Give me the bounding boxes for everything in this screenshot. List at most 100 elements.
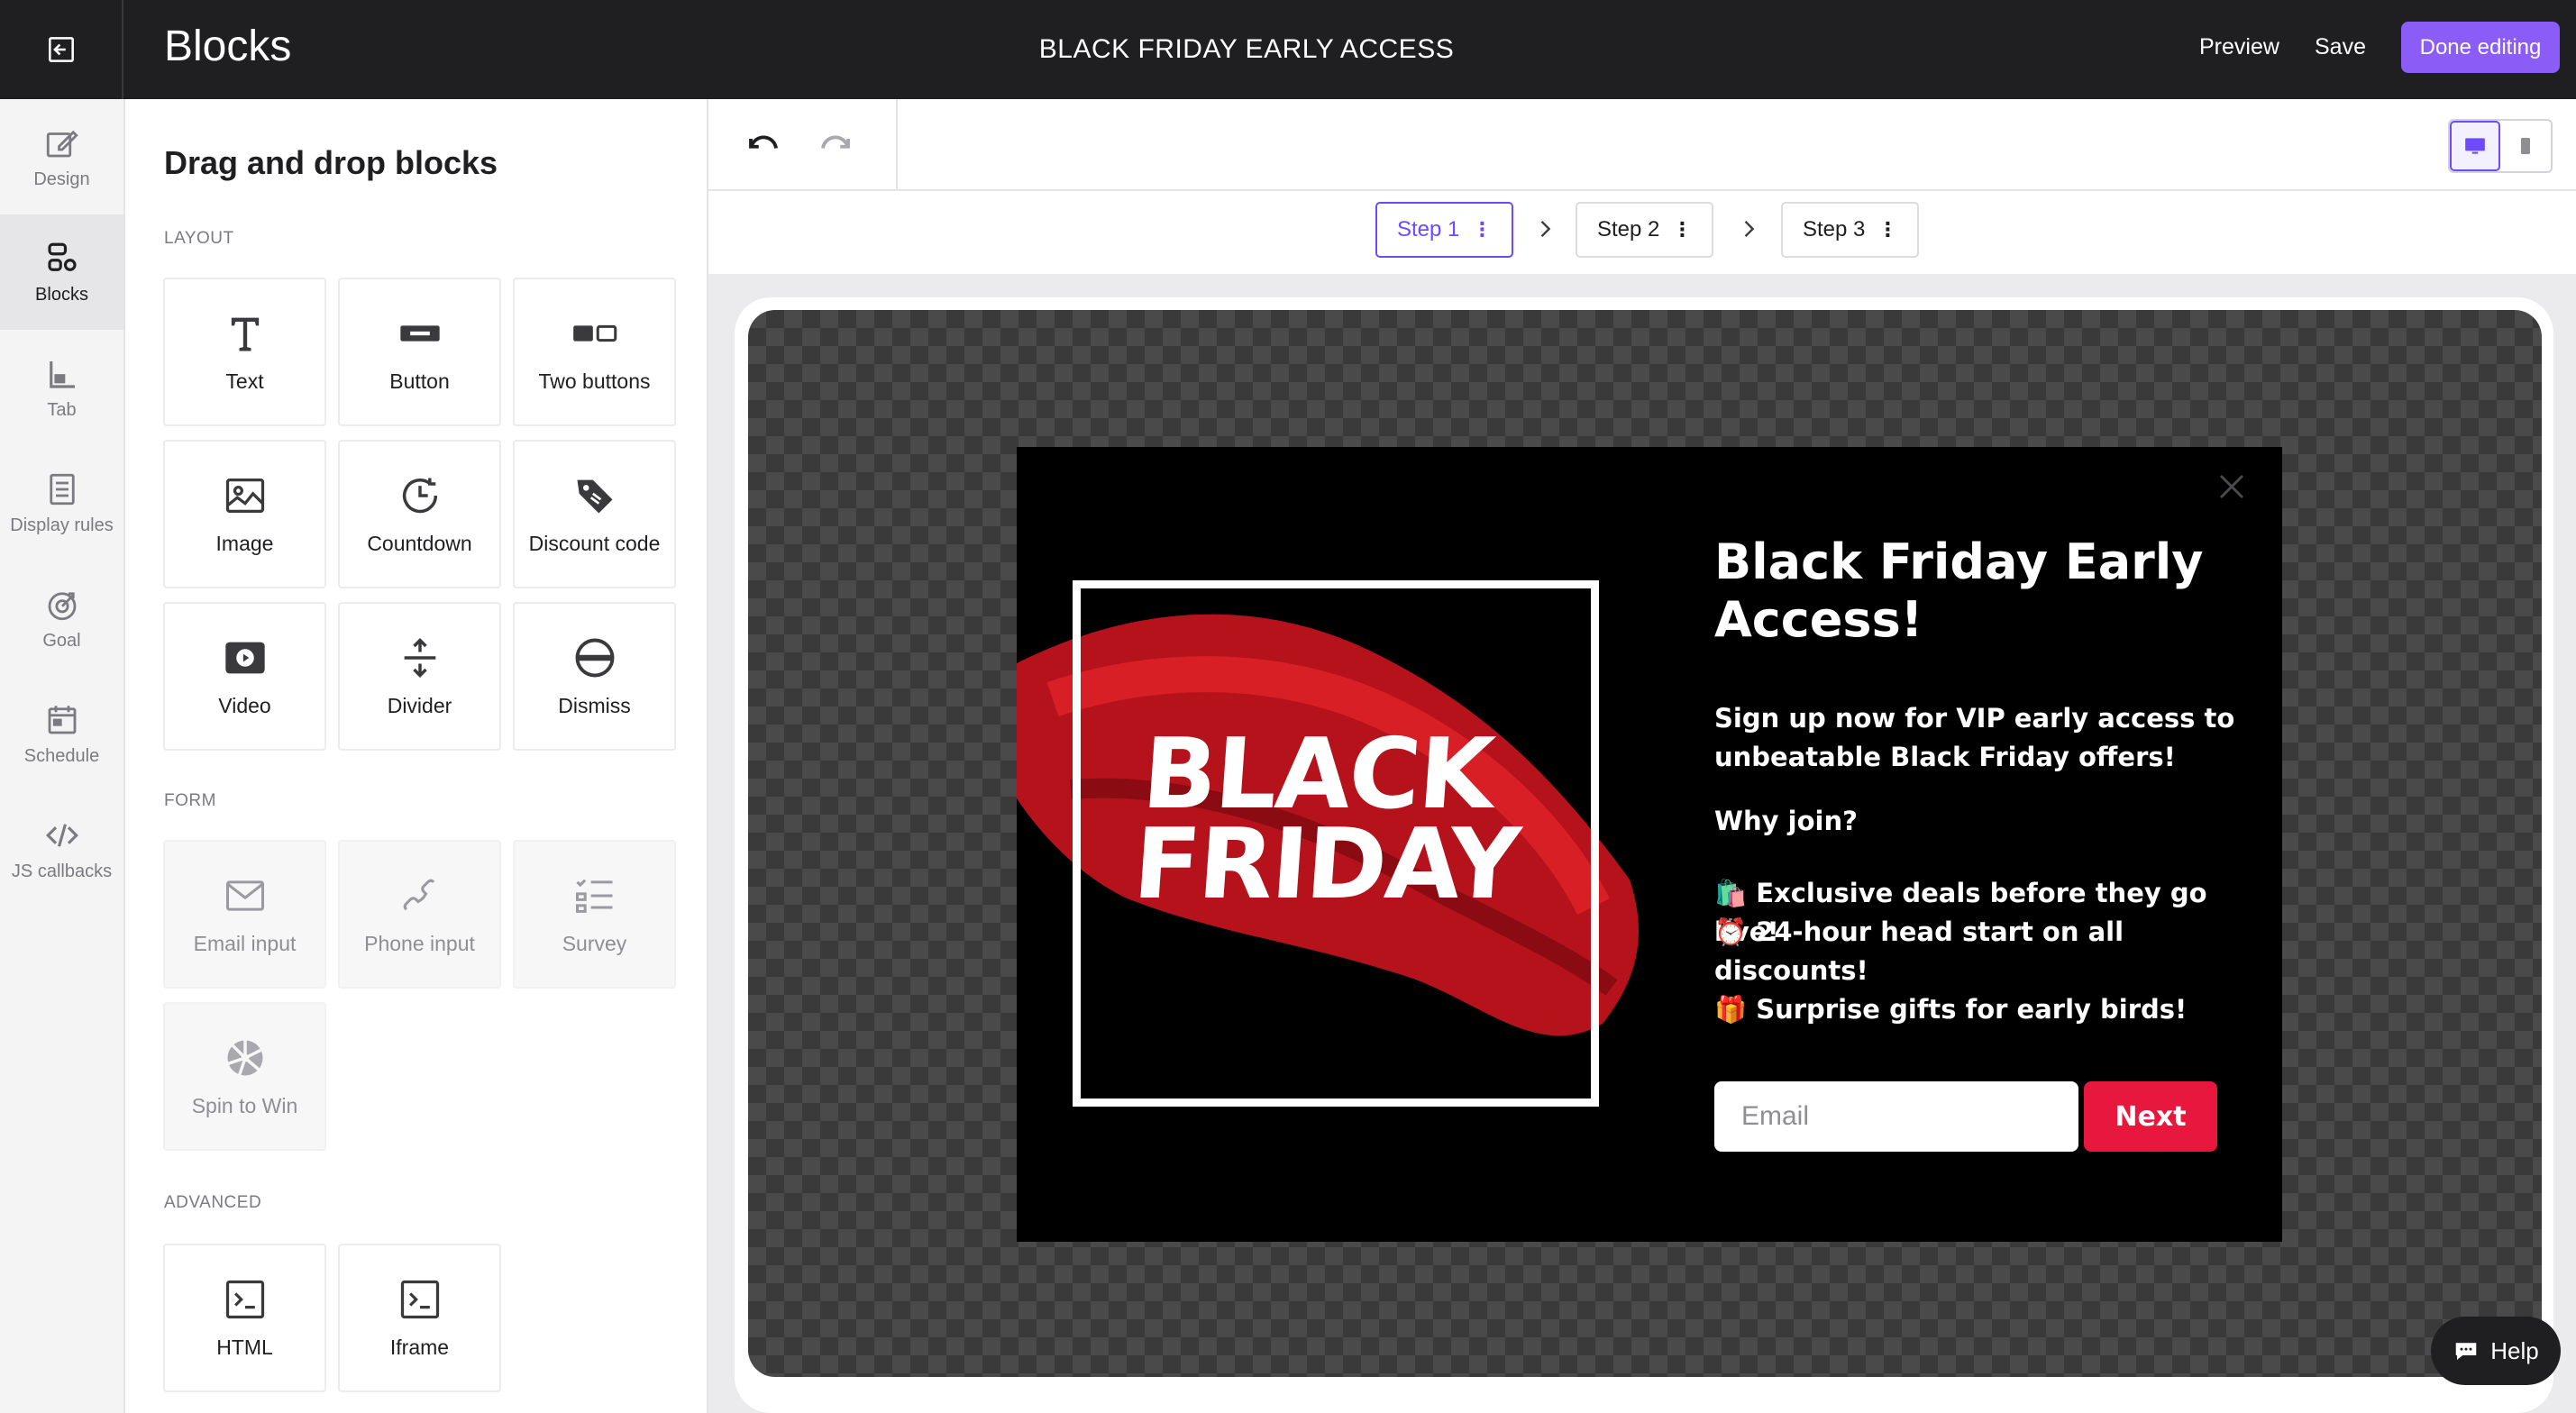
rail-label: Display rules bbox=[10, 515, 114, 535]
block-label: Text bbox=[225, 369, 264, 393]
rail-item-design[interactable]: Design bbox=[0, 99, 123, 214]
rail-item-blocks[interactable]: Blocks bbox=[0, 214, 123, 330]
close-icon[interactable] bbox=[2215, 470, 2248, 503]
benefit-item[interactable]: 🎁 Surprise gifts for early birds! bbox=[1714, 990, 2255, 1029]
block-label: HTML bbox=[216, 1336, 273, 1359]
mobile-view-button[interactable] bbox=[2500, 121, 2551, 171]
block-label: Phone input bbox=[364, 932, 475, 955]
block-text[interactable]: Text bbox=[163, 278, 326, 426]
top-bar: Blocks BLACK FRIDAY EARLY ACCESS Preview… bbox=[0, 0, 2576, 99]
code-icon bbox=[45, 823, 78, 847]
chat-icon bbox=[2456, 1343, 2477, 1360]
artwork-text-friday: FRIDAY bbox=[1129, 808, 1522, 921]
video-icon bbox=[224, 642, 265, 674]
rail-item-tab[interactable]: Tab bbox=[0, 330, 123, 445]
desktop-view-button[interactable] bbox=[2450, 121, 2500, 171]
block-two-buttons[interactable]: Two buttons bbox=[513, 278, 676, 426]
rail-item-display-rules[interactable]: Display rules bbox=[0, 445, 123, 561]
phone-icon bbox=[403, 879, 434, 911]
block-label: Image bbox=[215, 532, 274, 555]
side-nav-rail: Design Blocks Tab Display rules Goal Sch… bbox=[0, 99, 125, 1413]
envelope-icon bbox=[225, 880, 264, 911]
text-icon bbox=[231, 317, 259, 351]
redo-icon[interactable] bbox=[817, 126, 854, 164]
block-label: Two buttons bbox=[538, 369, 651, 393]
panel-title: Drag and drop blocks bbox=[164, 144, 498, 181]
rail-item-js-callbacks[interactable]: JS callbacks bbox=[0, 791, 123, 907]
tag-icon bbox=[577, 479, 612, 514]
block-label: Dismiss bbox=[558, 694, 631, 717]
block-dismiss[interactable]: Dismiss bbox=[513, 602, 676, 751]
campaign-title: BLACK FRIDAY EARLY ACCESS bbox=[1038, 34, 1455, 64]
block-label: Video bbox=[218, 694, 271, 717]
block-label: Email input bbox=[193, 932, 297, 955]
rail-label: Goal bbox=[42, 630, 81, 651]
section-label-layout: LAYOUT bbox=[164, 229, 234, 248]
divider-icon bbox=[404, 638, 435, 678]
block-countdown[interactable]: Countdown bbox=[338, 440, 501, 588]
done-editing-button[interactable]: Done editing bbox=[2401, 22, 2560, 73]
image-icon bbox=[225, 479, 264, 513]
history-controls bbox=[708, 99, 898, 189]
kebab-icon[interactable]: ⋮ bbox=[1472, 218, 1492, 242]
target-icon bbox=[48, 591, 76, 620]
section-label-form: FORM bbox=[164, 791, 216, 810]
block-iframe[interactable]: Iframe bbox=[338, 1244, 501, 1392]
block-html[interactable]: HTML bbox=[163, 1244, 326, 1392]
rail-item-goal[interactable]: Goal bbox=[0, 561, 123, 676]
preview-button[interactable]: Preview bbox=[2199, 34, 2279, 60]
rules-icon bbox=[49, 473, 75, 505]
block-divider[interactable]: Divider bbox=[338, 602, 501, 751]
button-icon bbox=[399, 325, 440, 342]
pen-icon bbox=[46, 130, 78, 157]
calendar-icon bbox=[48, 705, 76, 734]
block-discount-code[interactable]: Discount code bbox=[513, 440, 676, 588]
blocks-icon bbox=[47, 242, 77, 271]
section-label-advanced: ADVANCED bbox=[164, 1193, 262, 1212]
rail-label: Design bbox=[33, 169, 90, 189]
block-survey[interactable]: Survey bbox=[513, 840, 676, 989]
next-button[interactable]: Next bbox=[2084, 1081, 2217, 1152]
editor-toolbar bbox=[708, 99, 2576, 191]
help-button[interactable]: Help bbox=[2431, 1317, 2561, 1385]
terminal-icon bbox=[225, 1280, 264, 1319]
step-2-tab[interactable]: Step 2 ⋮ bbox=[1576, 202, 1714, 258]
block-button[interactable]: Button bbox=[338, 278, 501, 426]
save-button[interactable]: Save bbox=[2315, 34, 2366, 60]
rail-label: JS callbacks bbox=[11, 861, 113, 881]
block-label: Discount code bbox=[528, 532, 661, 555]
help-label: Help bbox=[2490, 1336, 2539, 1364]
undo-icon[interactable] bbox=[744, 126, 782, 164]
block-label: Survey bbox=[562, 932, 627, 955]
block-label: Divider bbox=[387, 694, 452, 717]
step-3-tab[interactable]: Step 3 ⋮ bbox=[1781, 202, 1920, 258]
rail-item-schedule[interactable]: Schedule bbox=[0, 676, 123, 791]
block-label: Countdown bbox=[367, 532, 472, 555]
block-video[interactable]: Video bbox=[163, 602, 326, 751]
steps-bar: Step 1 ⋮ Step 2 ⋮ Step 3 ⋮ bbox=[708, 191, 2576, 274]
rail-label: Schedule bbox=[23, 745, 100, 766]
block-email-input[interactable]: Email input bbox=[163, 840, 326, 989]
step-1-tab[interactable]: Step 1 ⋮ bbox=[1375, 202, 1514, 258]
device-toggle bbox=[2448, 119, 2553, 173]
desktop-icon bbox=[2465, 138, 2485, 154]
block-image[interactable]: Image bbox=[163, 440, 326, 588]
survey-icon bbox=[575, 879, 612, 913]
popup-why-heading[interactable]: Why join? bbox=[1714, 806, 1858, 836]
kebab-icon[interactable]: ⋮ bbox=[1672, 218, 1692, 242]
popup-preview[interactable]: BLACK FRIDAY Black Friday Early Access! … bbox=[1017, 447, 2282, 1242]
chevron-right-icon bbox=[1540, 221, 1551, 237]
block-spin-to-win[interactable]: Spin to Win bbox=[163, 1002, 326, 1151]
rail-label: Tab bbox=[47, 399, 77, 420]
popup-title[interactable]: Black Friday Early Access! bbox=[1714, 533, 2219, 649]
kebab-icon[interactable]: ⋮ bbox=[1877, 218, 1897, 242]
chevron-right-icon bbox=[1744, 221, 1755, 237]
block-label: Button bbox=[389, 369, 450, 393]
blocks-panel: Drag and drop blocks LAYOUT Text Button … bbox=[125, 99, 708, 1413]
popup-subtitle[interactable]: Sign up now for VIP early access to unbe… bbox=[1714, 699, 2237, 777]
terminal-icon bbox=[400, 1280, 439, 1319]
block-phone-input[interactable]: Phone input bbox=[338, 840, 501, 989]
email-field[interactable] bbox=[1714, 1081, 2078, 1152]
two-buttons-icon bbox=[572, 324, 617, 342]
benefit-item[interactable]: ⏰ 24-hour head start on all discounts! bbox=[1714, 913, 2255, 990]
